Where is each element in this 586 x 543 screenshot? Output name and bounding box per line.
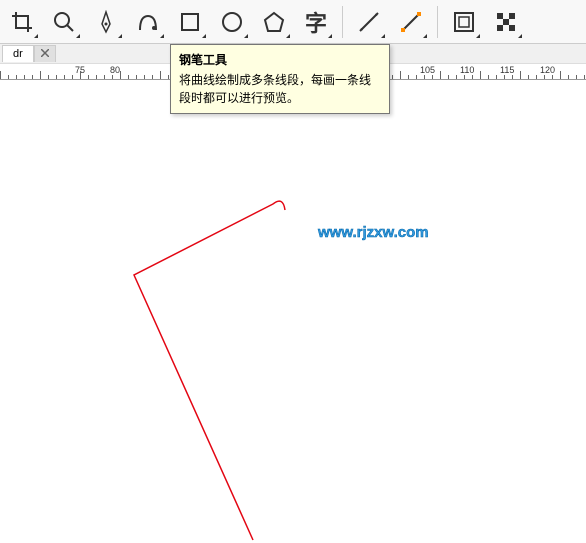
ruler-label: 105	[420, 65, 435, 75]
file-tab[interactable]: dr	[2, 45, 34, 62]
ruler-label: 110	[460, 65, 474, 75]
pen-tool[interactable]	[86, 2, 126, 42]
text-icon: 字	[305, 6, 327, 38]
main-toolbar: 字	[0, 0, 586, 44]
connector-tool[interactable]	[391, 2, 431, 42]
ruler-label: 120	[540, 65, 555, 75]
polygon-tool[interactable]	[254, 2, 294, 42]
tooltip-description: 将曲线绘制成多条线段，每画一条线段时都可以进行预览。	[179, 71, 381, 107]
crop-tool[interactable]	[2, 2, 42, 42]
effect-tool[interactable]	[444, 2, 484, 42]
drawing-canvas[interactable]: www.rjzxw.com	[0, 80, 586, 543]
watermark-text: www.rjzxw.com	[318, 224, 429, 241]
ruler-label: 115	[500, 65, 514, 75]
rectangle-tool[interactable]	[170, 2, 210, 42]
text-tool[interactable]: 字	[296, 2, 336, 42]
ruler-label: 80	[110, 65, 120, 75]
toolbar-separator	[437, 6, 438, 38]
tooltip-title: 钢笔工具	[179, 51, 381, 69]
close-tab-button[interactable]	[34, 45, 56, 62]
close-icon	[41, 49, 49, 57]
dimension-tool[interactable]	[349, 2, 389, 42]
smart-fill-tool[interactable]	[128, 2, 168, 42]
ellipse-tool[interactable]	[212, 2, 252, 42]
toolbar-separator	[342, 6, 343, 38]
pen-path-drawing	[0, 80, 586, 543]
zoom-tool[interactable]	[44, 2, 84, 42]
pen-tool-tooltip: 钢笔工具 将曲线绘制成多条线段，每画一条线段时都可以进行预览。	[170, 44, 390, 114]
transparency-tool[interactable]	[486, 2, 526, 42]
